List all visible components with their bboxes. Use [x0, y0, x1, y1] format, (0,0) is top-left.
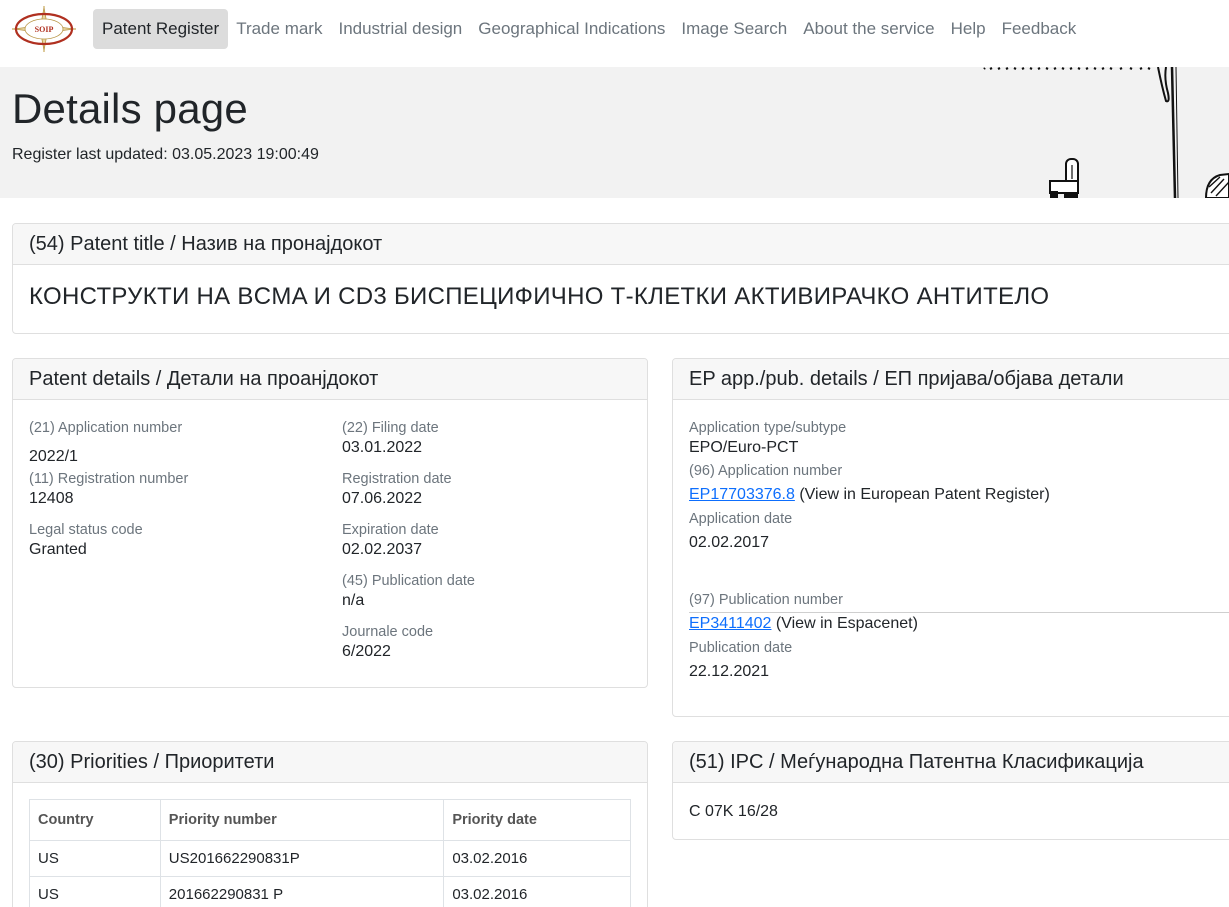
ep-details-header: EP app./pub. details / ЕП пријава/објава… — [673, 359, 1229, 400]
hero-banner: Details page Register last updated: 03.0… — [0, 67, 1229, 198]
patent-details-card: Patent details / Детали на проанјдокот (… — [12, 358, 648, 688]
ep-details-card: EP app./pub. details / ЕП пријава/објава… — [672, 358, 1229, 717]
column-header-priority-date: Priority date — [443, 799, 631, 841]
column-header-priority-number: Priority number — [159, 799, 445, 841]
priority-number-cell: US201662290831P — [159, 840, 445, 877]
soip-logo[interactable]: SOIP — [12, 6, 76, 52]
application-type-label: Application type/subtype — [689, 420, 847, 436]
nav-industrial-design[interactable]: Industrial design — [330, 9, 470, 49]
ep-application-number-row: EP17703376.8 (View in European Patent Re… — [689, 484, 1050, 506]
nav-patent-register[interactable]: Patent Register — [93, 9, 229, 49]
expiration-date-label: Expiration date — [342, 522, 439, 538]
nav-image-search[interactable]: Image Search — [673, 9, 795, 49]
priorities-card: (30) Priorities / Приоритети Country Pri… — [12, 741, 648, 907]
priorities-table: Country Priority number Priority date US… — [29, 799, 631, 907]
publication-date-label: (45) Publication date — [342, 573, 475, 589]
application-number-value: 2022/1 — [29, 448, 78, 465]
ep-application-link[interactable]: EP17703376.8 — [689, 486, 795, 503]
legal-status-value: Granted — [29, 541, 87, 558]
patent-title-card: (54) Patent title / Назив на пронајдокот… — [12, 223, 1229, 334]
ep-publication-link-note: (View in Espacenet) — [771, 615, 918, 632]
page-title: Details page — [12, 85, 248, 132]
registration-number-value: 12408 — [29, 490, 74, 507]
table-row: US 201662290831 P 03.02.2016 — [29, 876, 631, 907]
journal-code-label: Journale code — [342, 624, 434, 640]
priority-number-cell: 201662290831 P — [159, 876, 445, 907]
ep-publication-date-value: 22.12.2021 — [689, 663, 770, 680]
ep-application-date-label: Application date — [689, 511, 793, 527]
ep-publication-number-label: (97) Publication number — [689, 592, 843, 608]
nav-about-service[interactable]: About the service — [795, 9, 942, 49]
priority-date-cell: 03.02.2016 — [443, 840, 631, 877]
priorities-header: (30) Priorities / Приоритети — [13, 742, 647, 783]
application-type-value: EPO/Euro-PCT — [689, 439, 799, 456]
nav-geographical-indications[interactable]: Geographical Indications — [470, 9, 673, 49]
nav-trade-mark[interactable]: Trade mark — [228, 9, 330, 49]
svg-text:SOIP: SOIP — [35, 25, 54, 34]
registration-date-label: Registration date — [342, 471, 452, 487]
nav-feedback[interactable]: Feedback — [994, 9, 1085, 49]
ipc-header: (51) IPC / Меѓународна Патентна Класифик… — [673, 742, 1229, 783]
ipc-classification-value: C 07K 16/28 — [689, 803, 778, 820]
ipc-card: (51) IPC / Меѓународна Патентна Класифик… — [672, 741, 1229, 840]
column-header-country: Country — [29, 799, 161, 841]
patent-details-header: Patent details / Детали на проанјдокот — [13, 359, 647, 400]
table-header-row: Country Priority number Priority date — [29, 799, 631, 841]
ep-publication-link[interactable]: EP3411402 — [689, 615, 771, 632]
filing-date-value: 03.01.2022 — [342, 439, 423, 456]
priority-date-cell: 03.02.2016 — [443, 876, 631, 907]
registration-date-value: 07.06.2022 — [342, 490, 423, 507]
patent-title-header: (54) Patent title / Назив на пронајдокот — [13, 224, 1229, 265]
publication-date-value: n/a — [342, 592, 365, 609]
journal-code-value: 6/2022 — [342, 643, 391, 660]
legal-status-label: Legal status code — [29, 522, 143, 538]
last-updated-text: Register last updated: 03.05.2023 19:00:… — [12, 146, 319, 163]
registration-number-label: (11) Registration number — [29, 471, 189, 487]
ep-application-number-label: (96) Application number — [689, 463, 843, 479]
decorative-sketch-illustration — [983, 67, 1229, 198]
country-cell: US — [29, 876, 161, 907]
patent-title-text: КОНСТРУКТИ НА BCMA И CD3 БИСПЕЦИФИЧНО Т-… — [29, 283, 1050, 310]
ep-application-date-value: 02.02.2017 — [689, 534, 770, 551]
table-row: US US201662290831P 03.02.2016 — [29, 840, 631, 877]
filing-date-label: (22) Filing date — [342, 420, 439, 436]
nav-help[interactable]: Help — [943, 9, 994, 49]
application-number-label: (21) Application number — [29, 420, 183, 436]
ep-publication-number-row: EP3411402 (View in Espacenet) — [689, 613, 918, 635]
expiration-date-value: 02.02.2037 — [342, 541, 423, 558]
navbar: SOIP Patent Register Trade mark Industri… — [0, 0, 1229, 67]
country-cell: US — [29, 840, 161, 877]
ep-publication-date-label: Publication date — [689, 640, 793, 656]
main-nav: Patent Register Trade mark Industrial de… — [93, 9, 1084, 49]
ep-application-link-note: (View in European Patent Register) — [794, 486, 1050, 503]
